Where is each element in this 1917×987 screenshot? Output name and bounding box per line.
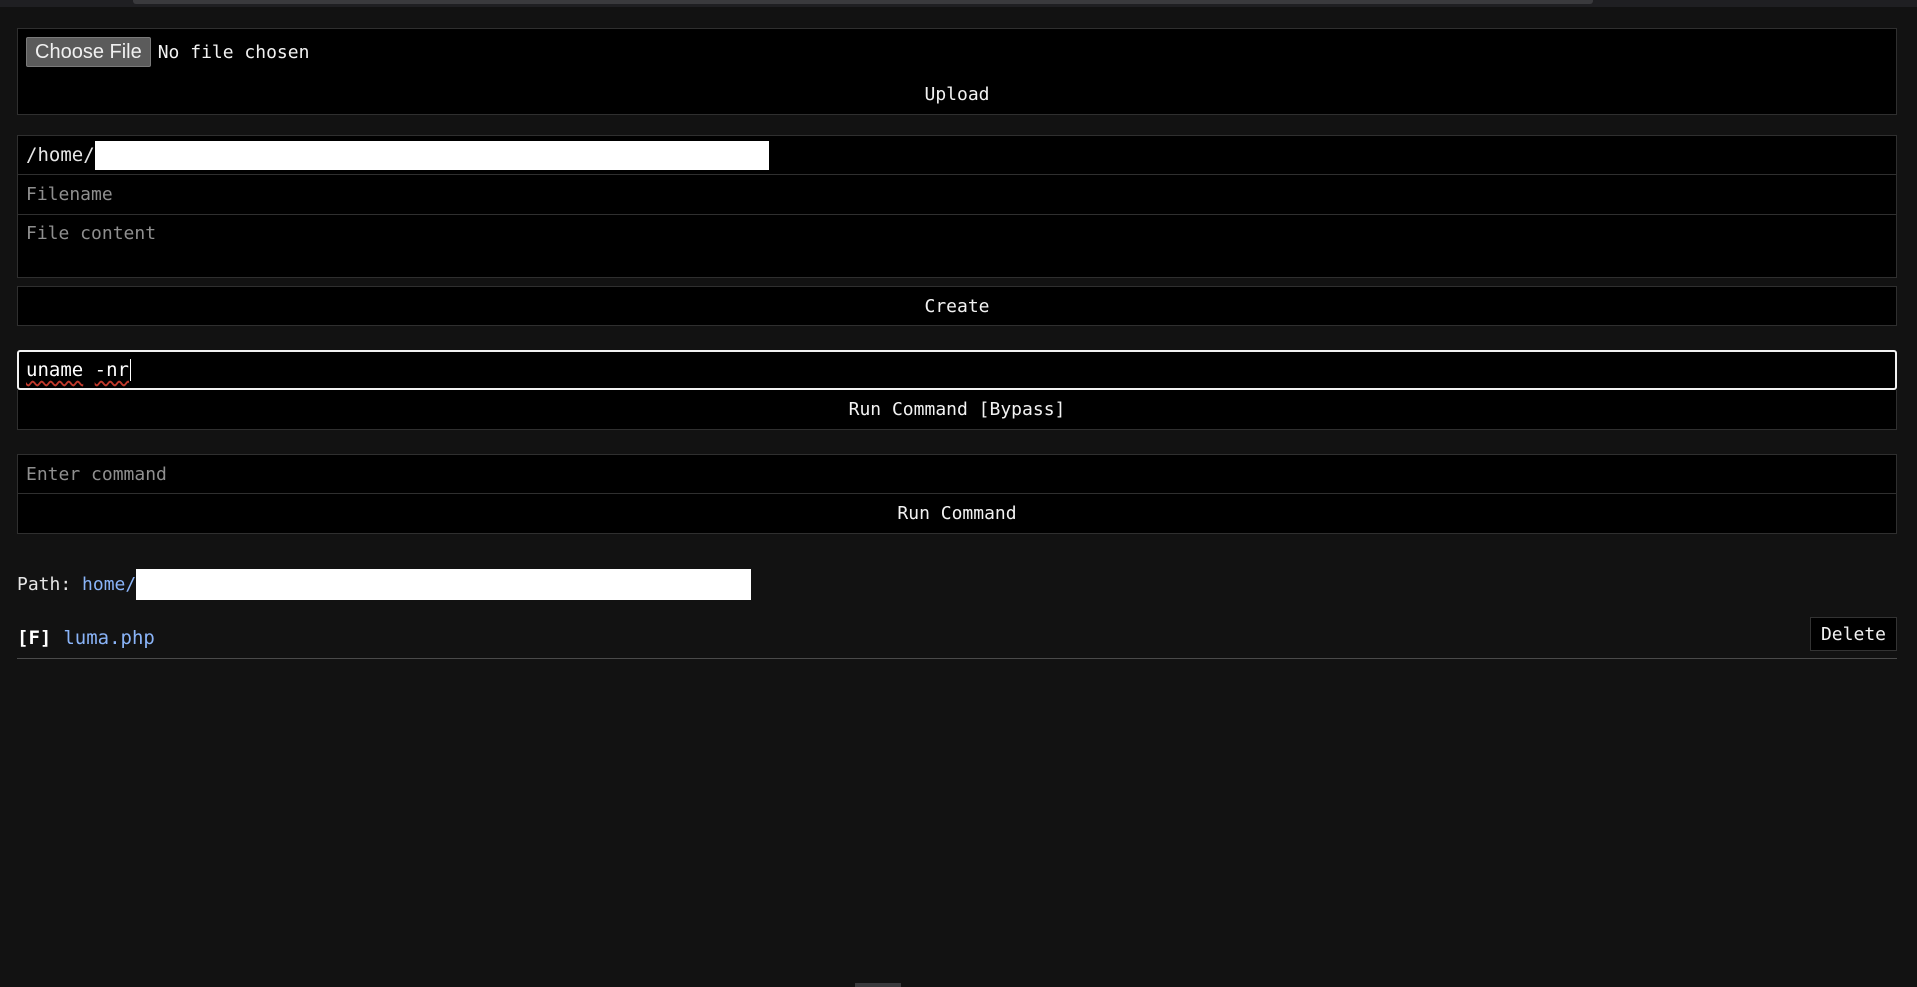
command-placeholder: Enter command: [26, 463, 167, 485]
file-status-text: No file chosen: [157, 41, 310, 63]
bypass-command-input[interactable]: uname -nr: [17, 350, 1897, 390]
run-command-bypass-button[interactable]: Run Command [Bypass]: [17, 390, 1897, 430]
list-item: [F] luma.php Delete: [17, 617, 1897, 659]
command-word: uname: [26, 359, 84, 381]
path-link-home[interactable]: home/: [82, 574, 136, 595]
file-type-tag: [F]: [17, 626, 52, 649]
file-content-placeholder: File content: [26, 223, 157, 244]
command-space: [83, 359, 94, 381]
filename-input[interactable]: Filename: [17, 175, 1897, 215]
panel: Choose File No file chosen Upload /home/…: [17, 28, 1897, 534]
upload-button[interactable]: Upload: [17, 75, 1897, 115]
scroll-thumb-bottom[interactable]: [855, 983, 901, 987]
browser-scrollbar-top: [0, 0, 1917, 7]
redacted-path-segment: [136, 568, 752, 600]
path-prefix: /home/: [26, 144, 95, 166]
text-caret: [129, 359, 131, 381]
path-label: Path:: [17, 573, 72, 595]
run-command-button[interactable]: Run Command: [17, 494, 1897, 534]
redacted-path: [94, 140, 769, 170]
create-path-input[interactable]: /home/: [17, 135, 1897, 175]
command-input[interactable]: Enter command: [17, 454, 1897, 494]
file-content-textarea[interactable]: File content: [17, 215, 1897, 278]
create-button[interactable]: Create: [17, 286, 1897, 326]
scroll-thumb[interactable]: [133, 0, 1593, 4]
choose-file-button[interactable]: Choose File: [26, 37, 151, 67]
file-picker[interactable]: Choose File No file chosen: [17, 28, 1897, 75]
delete-button[interactable]: Delete: [1809, 617, 1897, 651]
filename-placeholder: Filename: [26, 184, 113, 205]
breadcrumb: Path: home/: [17, 568, 752, 600]
command-flag: -nr: [94, 359, 129, 381]
file-link[interactable]: luma.php: [63, 627, 155, 649]
